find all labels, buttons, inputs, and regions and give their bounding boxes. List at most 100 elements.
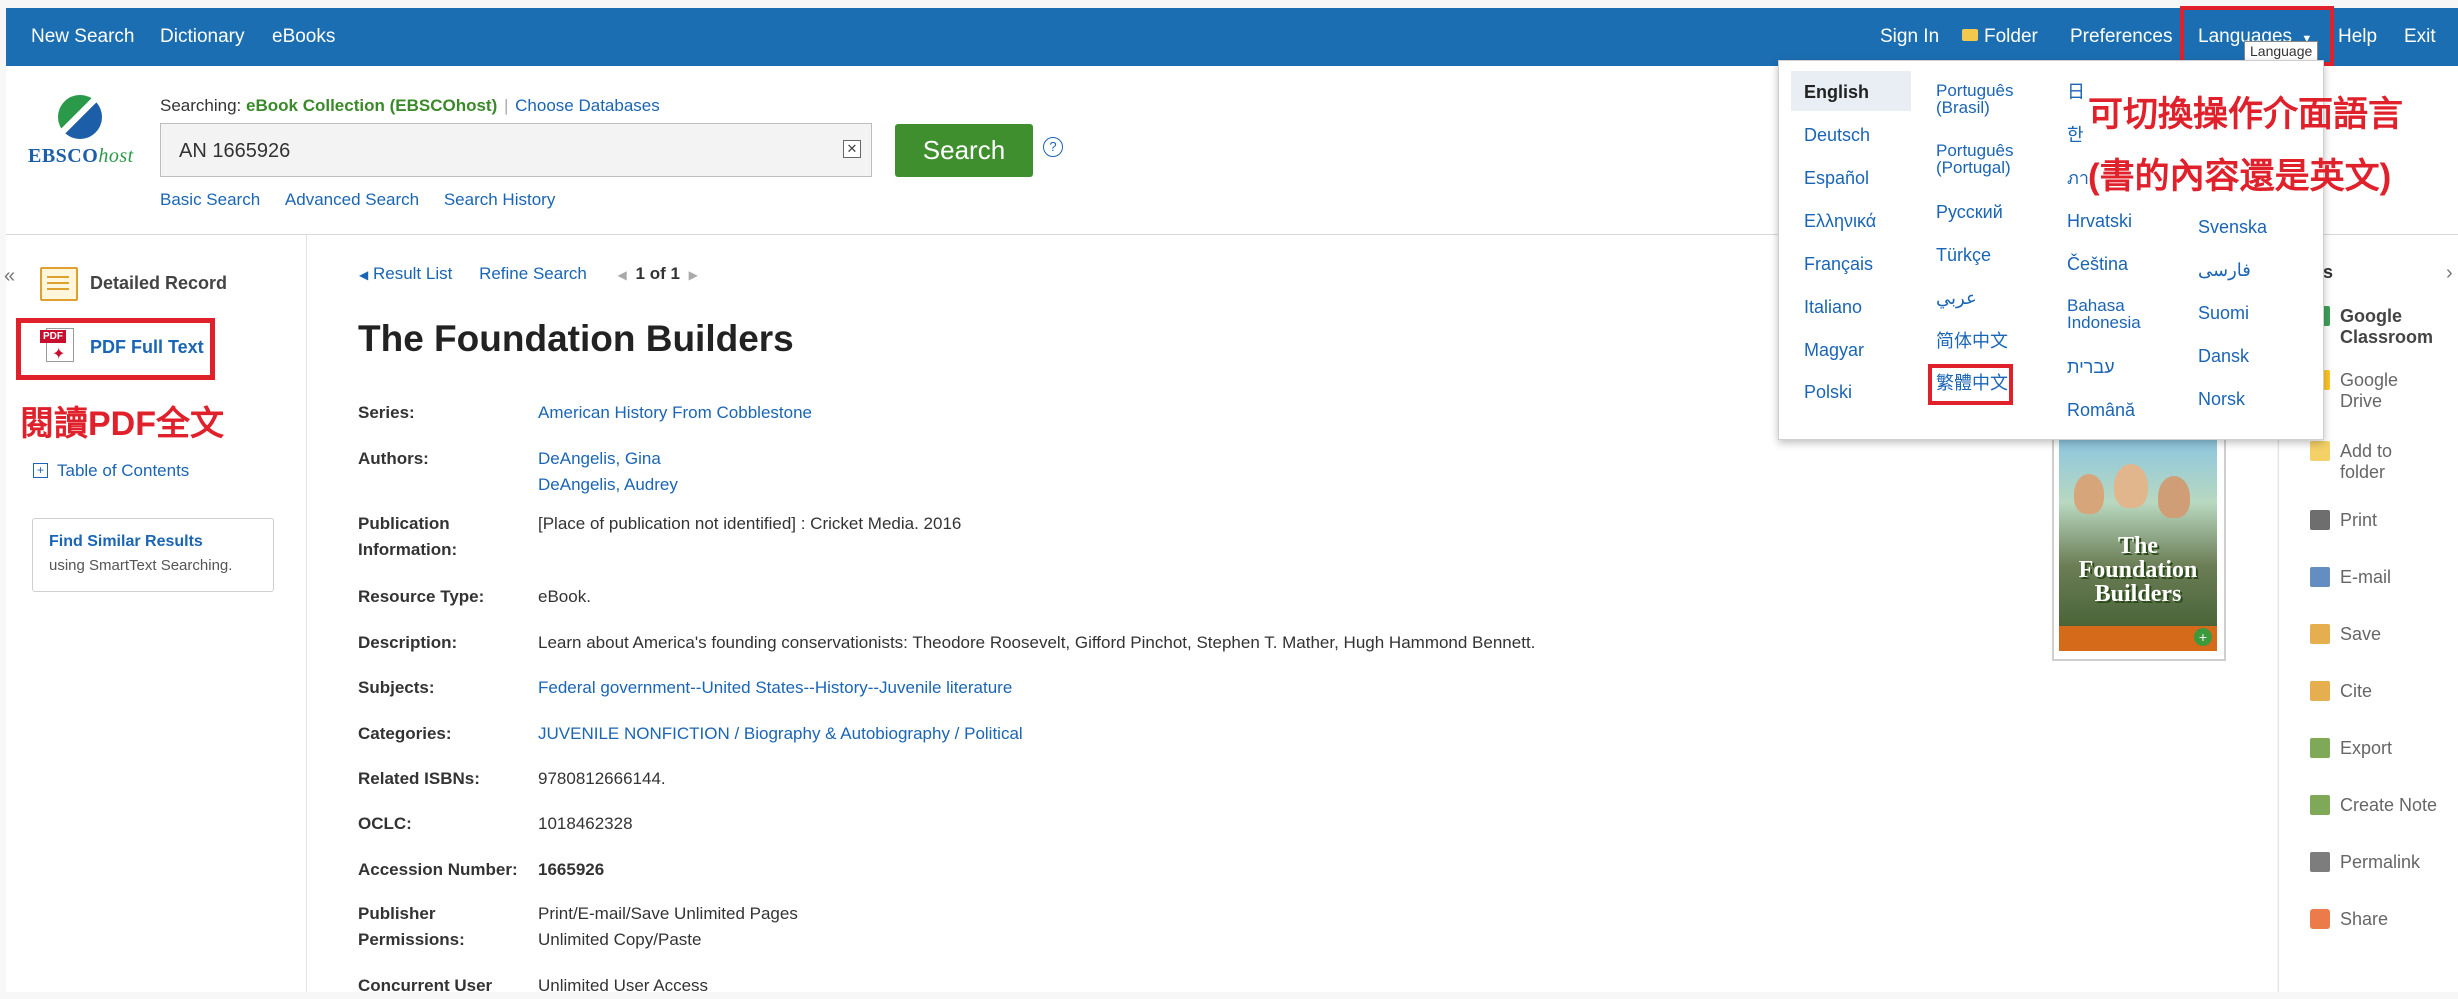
tool-label: Cite: [2340, 681, 2373, 701]
language-option[interactable]: 한: [2067, 125, 2084, 146]
nav-new-search[interactable]: New Search: [31, 26, 135, 48]
link-icon: [2310, 852, 2330, 872]
search-links: Basic Search Advanced Search Search Hist…: [160, 190, 555, 210]
nav-help[interactable]: Help: [2338, 26, 2377, 48]
nav-dictionary[interactable]: Dictionary: [160, 26, 244, 48]
nav-exit[interactable]: Exit: [2404, 26, 2436, 48]
field-value-link[interactable]: DeAngelis, Audrey: [538, 472, 678, 498]
traditional-chinese-highlight-box: [1928, 364, 2013, 405]
language-option[interactable]: Türkçe: [1936, 245, 1991, 266]
nav-preferences[interactable]: Preferences: [2070, 26, 2172, 48]
field-value: eBook.: [538, 587, 591, 606]
find-similar-title[interactable]: Find Similar Results: [49, 533, 203, 551]
language-option[interactable]: Norsk: [2198, 389, 2245, 410]
pdf-full-text-link[interactable]: PDF Full Text: [90, 337, 204, 358]
language-option[interactable]: Svenska: [2198, 217, 2267, 238]
cover-title-line2: Foundation: [2078, 557, 2198, 583]
language-option[interactable]: Bahasa Indonesia: [2067, 297, 2141, 331]
cover-title-line3: Builders: [2094, 581, 2182, 607]
choose-databases-link[interactable]: Choose Databases: [515, 96, 660, 115]
language-option[interactable]: Italiano: [1804, 297, 1862, 318]
nav-folder[interactable]: Folder: [1962, 26, 2038, 48]
field-value: 1665926: [538, 860, 605, 879]
expand-right-icon[interactable]: ›: [2446, 262, 2453, 285]
field-label: Related ISBNs:: [358, 769, 480, 788]
tool-label: Add to folder: [2340, 441, 2393, 482]
top-nav-bar: New Search Dictionary eBooks Sign In Fol…: [6, 8, 2458, 66]
field-value-link[interactable]: Federal government--United States--Histo…: [538, 675, 1012, 701]
language-option[interactable]: English: [1804, 82, 1869, 103]
nav-ebooks[interactable]: eBooks: [272, 26, 335, 48]
cite-icon: [2310, 681, 2330, 701]
clear-icon[interactable]: ✕: [843, 140, 861, 158]
tool-label: Print: [2340, 510, 2378, 530]
share-icon: [2310, 909, 2330, 929]
cover-title-line1: The: [2117, 533, 2158, 559]
help-icon[interactable]: ?: [1043, 137, 1063, 157]
language-option[interactable]: Polski: [1804, 382, 1852, 403]
prev-record-icon[interactable]: ◀: [618, 268, 627, 282]
language-option[interactable]: Čeština: [2067, 254, 2128, 275]
language-option[interactable]: Română: [2067, 400, 2135, 421]
expand-toc-icon[interactable]: +: [33, 463, 48, 478]
collapse-left-icon[interactable]: «: [4, 265, 15, 288]
basic-search-link[interactable]: Basic Search: [160, 190, 260, 209]
ebsco-logo[interactable]: EBSCOhost: [28, 145, 134, 168]
language-option[interactable]: Português (Brasil): [1936, 82, 2014, 116]
search-history-link[interactable]: Search History: [444, 190, 555, 209]
tool-label: Permalink: [2340, 852, 2421, 872]
field-label: OCLC:: [358, 814, 412, 833]
search-input[interactable]: AN 1665926 ✕: [160, 123, 872, 177]
language-option[interactable]: Hrvatski: [2067, 211, 2132, 232]
field-label: Publication Information:: [358, 514, 458, 559]
detailed-record-label[interactable]: Detailed Record: [90, 273, 227, 294]
print-icon: [2310, 510, 2330, 530]
table-of-contents-link[interactable]: Table of Contents: [57, 461, 189, 481]
find-similar-box[interactable]: Find Similar Results using SmartText Sea…: [32, 518, 274, 592]
language-option[interactable]: Suomi: [2198, 303, 2249, 324]
field-label: Categories:: [358, 724, 452, 743]
field-label: Description:: [358, 633, 458, 652]
language-option[interactable]: 日: [2067, 82, 2085, 103]
field-label: Authors:: [358, 449, 429, 468]
language-option[interactable]: Русский: [1936, 202, 2003, 223]
next-record-icon[interactable]: ▶: [689, 268, 698, 282]
language-option[interactable]: Français: [1804, 254, 1873, 275]
field-value: 9780812666144.: [538, 769, 666, 788]
pdf-icon[interactable]: PDF ✦: [40, 328, 78, 364]
search-button[interactable]: Search: [895, 124, 1033, 177]
language-callout-line1: 可切換操作介面語言: [2088, 95, 2404, 134]
find-similar-subtitle: using SmartText Searching.: [49, 557, 233, 574]
nav-sign-in[interactable]: Sign In: [1880, 26, 1939, 48]
language-option[interactable]: 简体中文: [1936, 331, 2008, 352]
language-option[interactable]: עברית: [2067, 357, 2115, 378]
field-label: Accession Number:: [358, 860, 518, 879]
language-option[interactable]: فارسی: [2198, 260, 2251, 281]
language-option[interactable]: Español: [1804, 168, 1869, 189]
tool-label: Share: [2340, 909, 2389, 929]
tool-label: Google Drive: [2340, 370, 2399, 411]
field-label: Concurrent User: [358, 976, 493, 995]
language-option[interactable]: Ελληνικά: [1804, 211, 1876, 232]
language-option[interactable]: ภา: [2067, 168, 2089, 189]
field-value-link[interactable]: JUVENILE NONFICTION / Biography & Autobi…: [538, 721, 1023, 747]
record-position: 1 of 1: [635, 264, 680, 283]
result-list-link[interactable]: Result List: [373, 264, 452, 283]
language-option[interactable]: Magyar: [1804, 340, 1864, 361]
field-value-link[interactable]: American History From Cobblestone: [538, 400, 812, 426]
advanced-search-link[interactable]: Advanced Search: [285, 190, 419, 209]
language-option[interactable]: Dansk: [2198, 346, 2249, 367]
field-label: Subjects:: [358, 678, 435, 697]
tool-label: Google Classroom: [2340, 306, 2434, 347]
field-value-link[interactable]: DeAngelis, Gina: [538, 446, 661, 472]
language-option[interactable]: Deutsch: [1804, 125, 1870, 146]
language-option[interactable]: عربي: [1936, 288, 1977, 309]
nav-folder-label: Folder: [1984, 26, 2038, 47]
language-option[interactable]: Português (Portugal): [1936, 142, 2014, 176]
cover-plus-icon: +: [2194, 628, 2212, 646]
tool-label: Create Note: [2340, 795, 2438, 815]
search-input-value: AN 1665926: [179, 140, 291, 162]
refine-search-link[interactable]: Refine Search: [479, 264, 587, 283]
record-title: The Foundation Builders: [358, 318, 794, 359]
book-cover-image[interactable]: The Foundation Builders +: [2052, 432, 2226, 661]
